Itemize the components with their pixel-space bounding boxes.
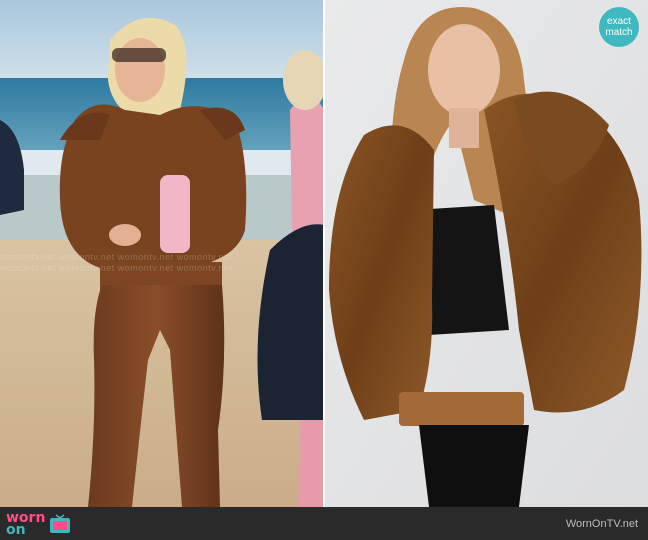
- badge-line-1: exact: [607, 16, 631, 27]
- divider: [323, 0, 325, 507]
- badge-line-2: match: [605, 27, 633, 38]
- watermark-line: womontv.net womontv.net womontv.net womo…: [0, 263, 233, 273]
- product-photo: [324, 0, 648, 507]
- exact-match-badge: exact match: [599, 7, 639, 47]
- beach-outfit-photo: womontv.net womontv.net womontv.net womo…: [0, 0, 324, 507]
- watermark-overlay: womontv.net womontv.net womontv.net womo…: [0, 252, 324, 282]
- watermark-line: womontv.net womontv.net womontv.net womo…: [0, 252, 233, 262]
- site-credit: WornOnTV.net: [565, 518, 638, 530]
- tv-icon: [50, 514, 71, 533]
- photo-stage: womontv.net womontv.net womontv.net womo…: [0, 0, 648, 507]
- wornontv-logo[interactable]: worn on: [6, 511, 71, 537]
- logo-wordmark: worn on: [6, 511, 45, 537]
- footer-bar: worn on WornOnTV.net: [0, 507, 648, 540]
